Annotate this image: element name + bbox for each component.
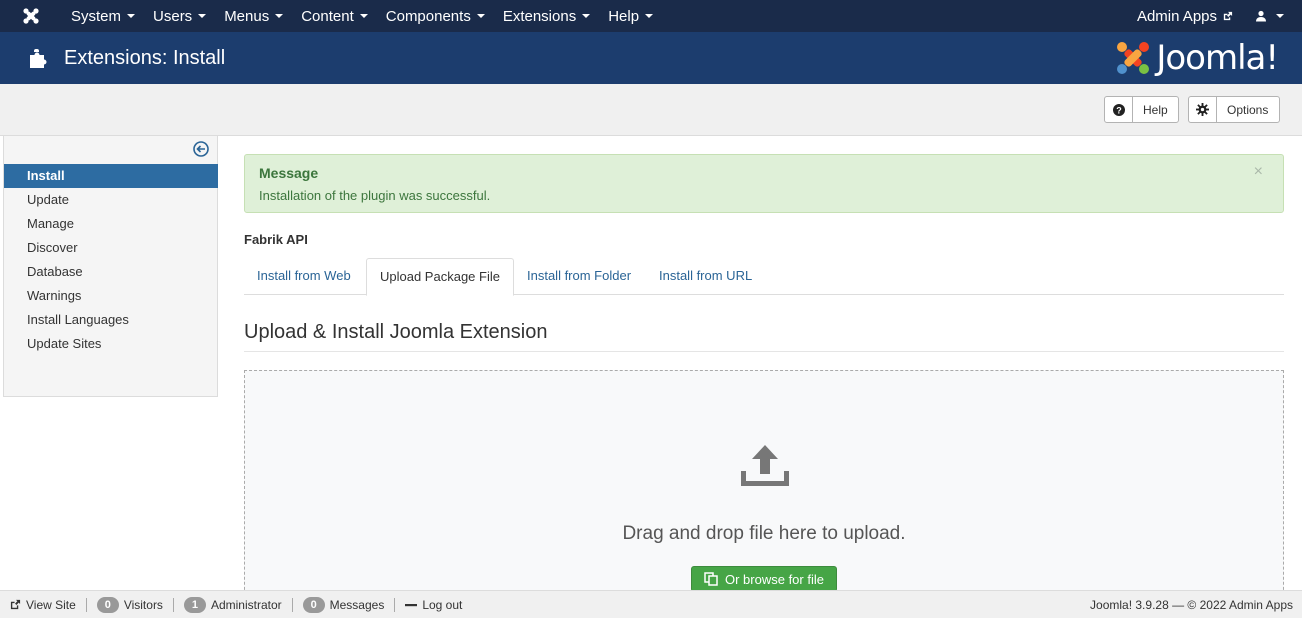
sidebar-item-discover[interactable]: Discover	[4, 236, 218, 260]
browse-file-button[interactable]: Or browse for file	[691, 566, 837, 592]
chevron-down-icon	[198, 14, 207, 18]
external-link-icon	[10, 599, 21, 610]
top-navbar: System Users Menus Content Components Ex…	[0, 0, 1302, 32]
sidebar-item-update[interactable]: Update	[4, 188, 218, 212]
chevron-down-icon	[645, 14, 654, 18]
logout-link[interactable]: Log out	[395, 598, 472, 612]
tab-install-from-web[interactable]: Install from Web	[244, 258, 364, 295]
menu-users[interactable]: Users	[144, 0, 215, 32]
chevron-down-icon	[1276, 14, 1284, 18]
menu-help[interactable]: Help	[599, 0, 662, 32]
tab-install-from-url[interactable]: Install from URL	[646, 258, 765, 295]
success-alert: Message Installation of the plugin was s…	[244, 154, 1284, 213]
chevron-down-icon	[582, 14, 591, 18]
sidebar-item-warnings[interactable]: Warnings	[4, 284, 218, 308]
admin-apps-link[interactable]: Admin Apps	[1125, 8, 1245, 25]
alert-message: Installation of the plugin was successfu…	[259, 188, 491, 203]
user-icon	[1256, 10, 1266, 22]
close-icon[interactable]: ×	[1254, 163, 1263, 181]
user-menu[interactable]	[1245, 10, 1302, 22]
sidebar-item-update-sites[interactable]: Update Sites	[4, 332, 218, 356]
administrator-badge: 1	[183, 596, 206, 613]
chevron-down-icon	[359, 14, 368, 18]
fabrik-api-label: Fabrik API	[244, 232, 308, 247]
section-divider	[244, 351, 1284, 352]
menu-menus[interactable]: Menus	[215, 0, 292, 32]
page-header: Extensions: Install Joomla!	[0, 32, 1302, 84]
options-button[interactable]: Options	[1188, 96, 1280, 123]
menu-content[interactable]: Content	[292, 0, 377, 32]
visitors-link[interactable]: 0 Visitors	[87, 596, 173, 613]
svg-text:?: ?	[1116, 105, 1122, 115]
tab-install-from-folder[interactable]: Install from Folder	[514, 258, 644, 295]
sidebar-item-manage[interactable]: Manage	[4, 212, 218, 236]
minus-icon	[405, 603, 418, 606]
dropzone-text: Drag and drop file here to upload.	[622, 523, 906, 544]
view-site-link[interactable]: View Site	[0, 598, 86, 612]
messages-badge: 0	[302, 596, 325, 613]
section-title: Upload & Install Joomla Extension	[244, 321, 548, 343]
status-footer: View Site 0 Visitors 1 Administrator 0 M…	[0, 590, 1302, 618]
visitors-badge: 0	[96, 596, 119, 613]
external-link-icon	[1223, 11, 1233, 20]
puzzle-icon	[30, 49, 47, 68]
joomla-brand-icon[interactable]	[0, 0, 62, 32]
upload-dropzone[interactable]: Drag and drop file here to upload. Or br…	[244, 370, 1284, 610]
administrator-link[interactable]: 1 Administrator	[174, 596, 292, 613]
gear-icon	[1189, 97, 1217, 122]
chevron-down-icon	[127, 14, 136, 18]
question-icon: ?	[1105, 97, 1133, 122]
menu-extensions[interactable]: Extensions	[494, 0, 599, 32]
alert-heading: Message	[259, 165, 319, 181]
upload-icon	[741, 445, 789, 486]
page-title: Extensions: Install	[64, 46, 226, 69]
toolbar: ? Help Options	[0, 84, 1302, 136]
sidebar-item-install-languages[interactable]: Install Languages	[4, 308, 218, 332]
joomla-logo-text: Joomla!	[1156, 38, 1279, 78]
tab-upload-package-file[interactable]: Upload Package File	[366, 258, 514, 296]
menu-components[interactable]: Components	[377, 0, 494, 32]
install-tabs: Install from Web Upload Package File Ins…	[244, 258, 1284, 296]
menu-system[interactable]: System	[62, 0, 144, 32]
copyright-text: Joomla! 3.9.28 — © 2022 Admin Apps	[1090, 597, 1293, 612]
messages-link[interactable]: 0 Messages	[293, 596, 395, 613]
sidebar-item-database[interactable]: Database	[4, 260, 218, 284]
joomla-logo: Joomla!	[1114, 38, 1279, 78]
collapse-sidebar-icon[interactable]	[193, 141, 209, 160]
chevron-down-icon	[476, 14, 485, 18]
sidebar-list: Install Update Manage Discover Database …	[4, 164, 218, 356]
help-button[interactable]: ? Help	[1104, 96, 1179, 123]
sidebar-item-install[interactable]: Install	[4, 164, 218, 188]
main-menu: System Users Menus Content Components Ex…	[62, 0, 662, 32]
topbar-right: Admin Apps	[1125, 0, 1302, 32]
copy-icon	[704, 572, 718, 586]
sidebar: Install Update Manage Discover Database …	[3, 136, 218, 397]
chevron-down-icon	[275, 14, 284, 18]
joomla-logo-icon	[1117, 42, 1150, 74]
